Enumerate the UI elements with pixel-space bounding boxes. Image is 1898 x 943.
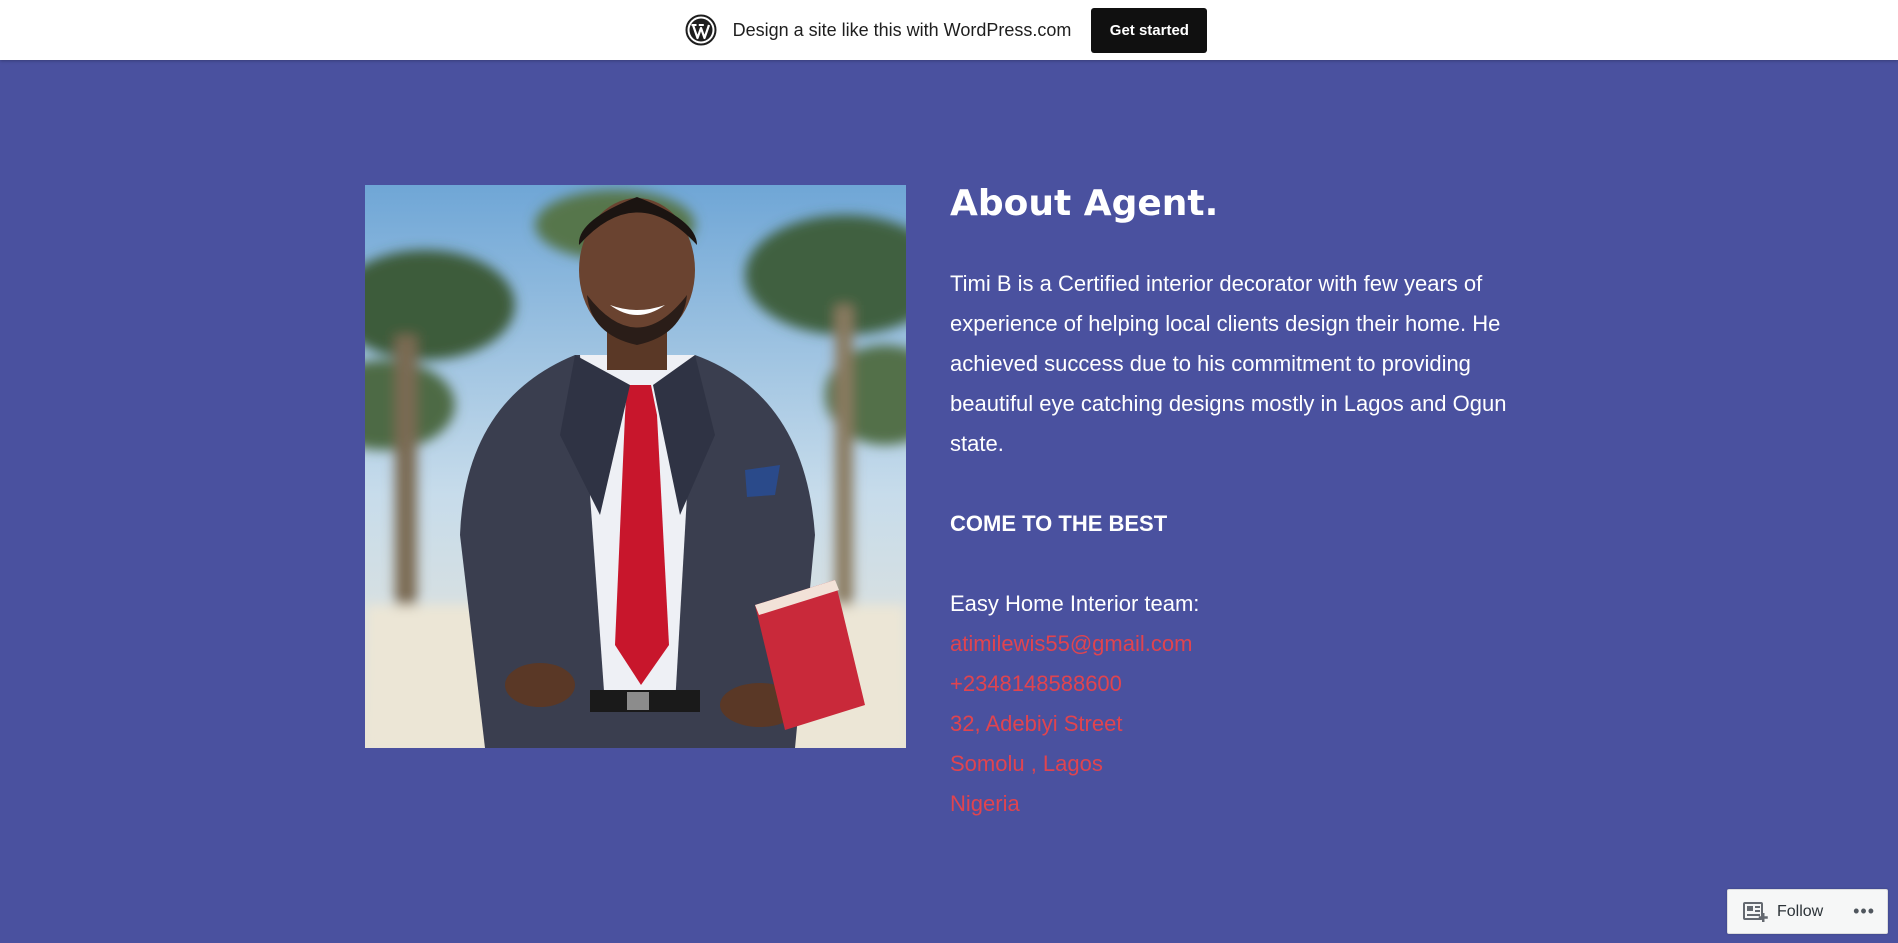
- follow-widget[interactable]: Follow •••: [1727, 889, 1888, 934]
- agent-portrait-illustration: [365, 185, 906, 748]
- address-line-3[interactable]: Nigeria: [950, 784, 1530, 824]
- phone-link[interactable]: +2348148588600: [950, 664, 1530, 704]
- email-link[interactable]: atimilewis55@gmail.com: [950, 624, 1530, 664]
- follow-button[interactable]: Follow: [1777, 903, 1823, 921]
- agent-bio: Timi B is a Certified interior decorator…: [950, 271, 1507, 456]
- reader-follow-icon: [1743, 901, 1768, 922]
- address-line-1[interactable]: 32, Adebiyi Street: [950, 704, 1530, 744]
- about-title: About Agent.: [950, 183, 1219, 224]
- address-line-2[interactable]: Somolu , Lagos: [950, 744, 1530, 784]
- ellipsis-icon[interactable]: •••: [1853, 901, 1875, 922]
- team-label: Easy Home Interior team:: [950, 591, 1200, 616]
- tagline: COME TO THE BEST: [950, 511, 1168, 536]
- signup-bar-text[interactable]: Design a site like this with WordPress.c…: [733, 20, 1072, 41]
- wpcom-signup-bar: Design a site like this with WordPress.c…: [0, 0, 1898, 60]
- about-agent-section: About Agent. Timi B is a Certified inter…: [950, 180, 1530, 824]
- wordpress-logo-icon[interactable]: [685, 14, 717, 46]
- get-started-button[interactable]: Get started: [1091, 7, 1208, 53]
- signup-bar-inner: Design a site like this with WordPress.c…: [685, 7, 1208, 53]
- agent-portrait-photo: [365, 185, 906, 748]
